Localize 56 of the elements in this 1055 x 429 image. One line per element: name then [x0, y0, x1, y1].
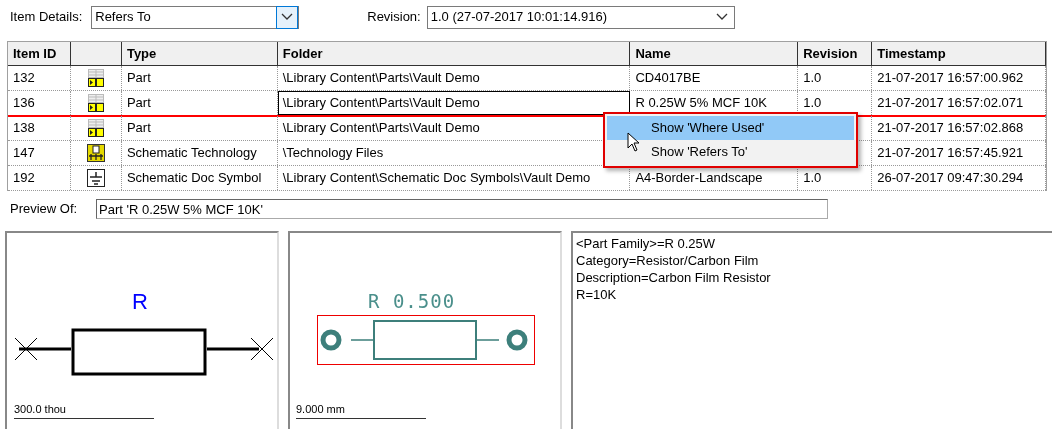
parameter-text: R=10K	[576, 286, 617, 303]
table-cell-text: \Library Content\Parts\Vault Demo	[282, 69, 480, 88]
table-cell-text: Part	[126, 119, 151, 138]
parameter-text: Description=Carbon Film Resistor	[576, 269, 771, 286]
column-header[interactable]: Revision	[798, 42, 873, 65]
column-header[interactable]: Timestamp	[872, 42, 1046, 65]
table-cell-text: 21-07-2017 16:57:02.868	[877, 119, 1024, 138]
table-cell-text: \Library Content\Schematic Doc Symbols\Vault Demo	[282, 169, 591, 188]
revision-label: Revision:	[367, 8, 421, 27]
table-cell-text: \Library Content\Parts\Vault Demo	[282, 119, 480, 138]
chevron-down-icon	[281, 13, 294, 21]
table-cell-text: 147	[13, 144, 35, 163]
circuit-icon	[86, 144, 105, 162]
column-header[interactable]: Type	[121, 42, 278, 65]
table-cell-text: 1.0	[803, 94, 822, 113]
column-header[interactable]: Name	[630, 42, 799, 65]
part-icon	[87, 119, 104, 137]
table-cell-text: R 0.25W 5% MCF 10K	[635, 94, 767, 113]
parameter-text: <Part Family>=R 0.25W	[576, 235, 716, 252]
item-details-dropdown[interactable]: Refers To	[91, 5, 300, 29]
table-cell-text: 21-07-2017 16:57:02.071	[877, 94, 1024, 113]
preview-field[interactable]: Part 'R 0.25W 5% MCF 10K'	[96, 199, 828, 219]
part-icon	[87, 94, 104, 112]
chevron-down-icon	[715, 13, 728, 21]
table-cell-text: Part	[126, 69, 151, 88]
menu-item[interactable]: Show 'Where Used'	[607, 116, 854, 140]
designator-label: R	[132, 288, 148, 316]
menu-item[interactable]: Show 'Refers To'	[607, 140, 854, 164]
parameter-text: Category=Resistor/Carbon Film	[576, 252, 759, 269]
column-header[interactable]: Item ID	[8, 42, 71, 65]
table-cell-text: 192	[13, 169, 35, 188]
part-icon	[87, 69, 104, 87]
table-cell-text: Schematic Technology	[126, 144, 257, 163]
table-cell-text: 136	[13, 94, 35, 113]
table-cell-text: CD4017BE	[635, 69, 701, 88]
revision-dropdown[interactable]: 1.0 (27-07-2017 10:01:14.916)	[426, 5, 735, 29]
table-cell-text: 26-07-2017 09:47:30.294	[877, 169, 1024, 188]
item-details-label: Item Details:	[10, 8, 83, 27]
table-cell-text: \Library Content\Parts\Vault Demo	[282, 94, 480, 113]
table-cell-text: 21-07-2017 16:57:00.962	[877, 69, 1024, 88]
scale-label: 9.000 mm	[296, 401, 426, 419]
scale-label: 300.0 thou	[14, 401, 154, 419]
table-cell-text: 1.0	[803, 69, 822, 88]
column-header[interactable]: Folder	[277, 42, 631, 65]
preview-label: Preview Of:	[10, 200, 79, 219]
designator-label: R 0.500	[368, 289, 456, 314]
symbol-icon	[86, 169, 105, 187]
table-cell-text: \Technology Files	[282, 144, 384, 163]
table-cell-text: 138	[13, 119, 35, 138]
table-cell-text: 132	[13, 69, 35, 88]
table-cell-text: 1.0	[803, 169, 822, 188]
table-cell-text: Part	[126, 94, 151, 113]
cursor-icon	[627, 132, 641, 152]
table-cell-text: Schematic Doc Symbol	[126, 169, 262, 188]
table-cell-text: 21-07-2017 16:57:45.921	[877, 144, 1024, 163]
table-cell-text: A4-Border-Landscape	[635, 169, 763, 188]
